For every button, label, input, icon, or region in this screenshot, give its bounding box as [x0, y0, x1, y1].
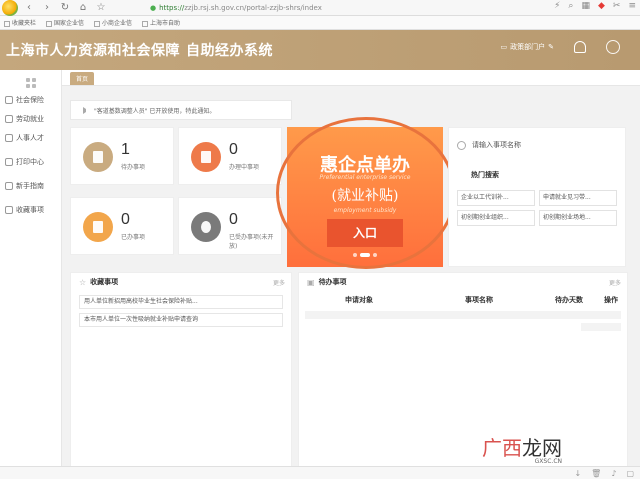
checklist-icon — [83, 212, 113, 242]
todo-panel: ▣ 待办事项 更多 申请对象 事项名称 待办天数 操作 — [298, 272, 628, 472]
notice-bar: "客道基数调整人员" 已开放使用，特此通知。 — [70, 100, 292, 120]
page-icon — [94, 20, 101, 27]
page-icon — [46, 20, 53, 27]
edit-document-icon — [191, 142, 221, 172]
portal-link[interactable]: ▭ 政策部门户 ✎ — [501, 42, 555, 52]
column-header: 申请对象 — [345, 296, 373, 304]
url-scheme: https:// — [159, 4, 185, 12]
favorites-header: ☆ 收藏事项 更多 — [79, 277, 285, 287]
bookmarks-bar: 收藏夹栏 国家企业信 小商企业信 上海市自助 — [0, 16, 640, 30]
apps-icon[interactable]: ▦ — [581, 1, 590, 11]
url-path: zzjb.rsj.sh.gov.cn/portal-zzjb-shrs/inde… — [184, 4, 322, 12]
hot-search-title: 热门搜索 — [471, 171, 499, 179]
edit-icon: ✎ — [548, 43, 554, 51]
browser-logo-icon — [2, 0, 18, 16]
column-header: 事项名称 — [465, 296, 493, 304]
favorites-panel: ☆ 收藏事项 更多 用人单位新招用高校毕业生社会保险补贴... 本市用人单位一次… — [70, 272, 292, 472]
hot-search-item[interactable]: 申请就业见习带... — [539, 190, 617, 206]
favorite-item[interactable]: 本市用人单位一次性吸纳就业补贴申请查询 — [79, 313, 283, 327]
promo-entry-button[interactable]: 入口 — [327, 219, 403, 247]
sidebar-item-favorites[interactable]: 收藏事项 — [0, 203, 61, 217]
bookmark-item[interactable]: 收藏夹栏 — [4, 18, 36, 27]
address-bar[interactable]: ● https:// zzjb.rsj.sh.gov.cn/portal-zzj… — [150, 2, 410, 14]
document-icon — [83, 142, 113, 172]
todo-more-link[interactable]: 更多 — [609, 278, 621, 287]
hot-search-item[interactable]: 企业以工代训补... — [457, 190, 535, 206]
search-input[interactable]: 请输入事项名称 — [457, 136, 621, 154]
star-icon — [4, 20, 10, 27]
favorites-more-link[interactable]: 更多 — [273, 278, 285, 287]
sound-icon[interactable]: ♪ — [611, 469, 616, 478]
notice-text: "客道基数调整人员" 已开放使用，特此通知。 — [94, 107, 216, 115]
user-icon[interactable] — [606, 40, 620, 54]
sidebar: 社会保险 劳动就业 人事人才 打印中心 新手指南 收藏事项 — [0, 70, 62, 479]
watermark: 广西龙网 GXSC.CN — [482, 436, 562, 465]
browser-status-bar: ↓ 🗑 ♪ ▢ — [0, 466, 640, 479]
sidebar-item-social-insurance[interactable]: 社会保险 — [0, 93, 61, 107]
page-icon — [142, 20, 149, 27]
back-icon[interactable]: ‹ — [22, 2, 36, 13]
hot-search-item[interactable]: 初创期创业组织... — [457, 210, 535, 226]
stat-done[interactable]: 0 已办事项 — [70, 197, 174, 255]
sidebar-item-guide[interactable]: 新手指南 — [0, 179, 61, 193]
sidebar-item-employment[interactable]: 劳动就业 — [0, 112, 61, 126]
trash-icon[interactable]: 🗑 — [591, 469, 601, 478]
bookmark-item[interactable]: 小商企业信 — [94, 18, 132, 27]
star-icon: ☆ — [79, 277, 87, 287]
page-title: 上海市人力资源和社会保障 自助经办系统 — [6, 43, 273, 59]
app-header: 上海市人力资源和社会保障 自助经办系统 ▭ 政策部门户 ✎ — [0, 30, 640, 70]
stat-in-progress[interactable]: 0 办理中事项 — [178, 127, 282, 185]
sidebar-item-print-center[interactable]: 打印中心 — [0, 155, 61, 169]
lightning-icon[interactable]: ⚡ — [554, 1, 560, 11]
calendar-icon: ▣ — [307, 277, 315, 287]
umbrella-icon — [5, 96, 13, 104]
search-panel: 请输入事项名称 热门搜索 企业以工代训补... 申请就业见习带... 初创期创业… — [448, 127, 626, 267]
search-icon — [457, 140, 466, 150]
briefcase-icon — [5, 115, 13, 123]
scissors-icon[interactable]: ✂ — [613, 1, 621, 11]
zoom-icon[interactable]: ▢ — [626, 469, 634, 478]
sidebar-item-talent[interactable]: 人事人才 — [0, 131, 61, 145]
refresh-icon[interactable]: ↻ — [58, 2, 72, 13]
header-actions: ▭ 政策部门户 ✎ — [501, 40, 620, 54]
tab-home[interactable]: 首页 — [70, 72, 95, 85]
bookmark-item[interactable]: 国家企业信 — [46, 18, 84, 27]
todo-table-header: 申请对象 事项名称 待办天数 操作 — [299, 293, 627, 307]
printer-icon — [5, 158, 13, 166]
carousel-dots[interactable] — [353, 253, 377, 257]
tab-bar: 首页 — [62, 70, 640, 86]
stat-accepted[interactable]: 0 已受办事项(未开放) — [178, 197, 282, 255]
star-icon — [5, 206, 13, 214]
extension-icon[interactable]: ◆ — [598, 1, 605, 11]
promo-banner[interactable]: 惠企点单办 Preferential enterprise service (就… — [287, 127, 443, 267]
column-header: 操作 — [604, 296, 618, 304]
bookmark-item[interactable]: 上海市自助 — [142, 18, 180, 27]
phone-icon — [191, 212, 221, 242]
apps-grid-icon[interactable] — [26, 78, 36, 88]
table-row[interactable] — [305, 311, 621, 319]
main-content: 首页 "客道基数调整人员" 已开放使用，特此通知。 1 待办事项 0 办理中事项… — [62, 70, 640, 479]
menu-icon[interactable]: ≡ — [628, 1, 636, 11]
lock-icon: ● — [150, 4, 157, 12]
column-header: 待办天数 — [555, 296, 583, 304]
row-actions[interactable] — [581, 323, 621, 331]
browser-actions: ⚡ ⌕ ▦ ◆ ✂ ≡ — [554, 1, 636, 11]
hot-search-item[interactable]: 初创期创业场地... — [539, 210, 617, 226]
browser-toolbar: ‹ › ↻ ⌂ ☆ ● https:// zzjb.rsj.sh.gov.cn/… — [0, 0, 640, 16]
favorite-item[interactable]: 用人单位新招用高校毕业生社会保险补贴... — [79, 295, 283, 309]
bell-icon[interactable] — [574, 41, 586, 53]
download-icon[interactable]: ↓ — [574, 469, 581, 478]
speaker-icon — [83, 106, 90, 114]
bookmark-star-icon[interactable]: ☆ — [94, 2, 108, 13]
guide-icon — [5, 182, 13, 190]
person-icon — [5, 134, 13, 142]
status-icons: ↓ 🗑 ♪ ▢ — [574, 469, 634, 478]
todo-header: ▣ 待办事项 更多 — [307, 277, 621, 287]
monitor-icon: ▭ — [500, 43, 508, 51]
forward-icon[interactable]: › — [40, 2, 54, 13]
home-icon[interactable]: ⌂ — [76, 2, 90, 13]
stat-pending[interactable]: 1 待办事项 — [70, 127, 174, 185]
search-engine-icon[interactable]: ⌕ — [568, 1, 573, 11]
